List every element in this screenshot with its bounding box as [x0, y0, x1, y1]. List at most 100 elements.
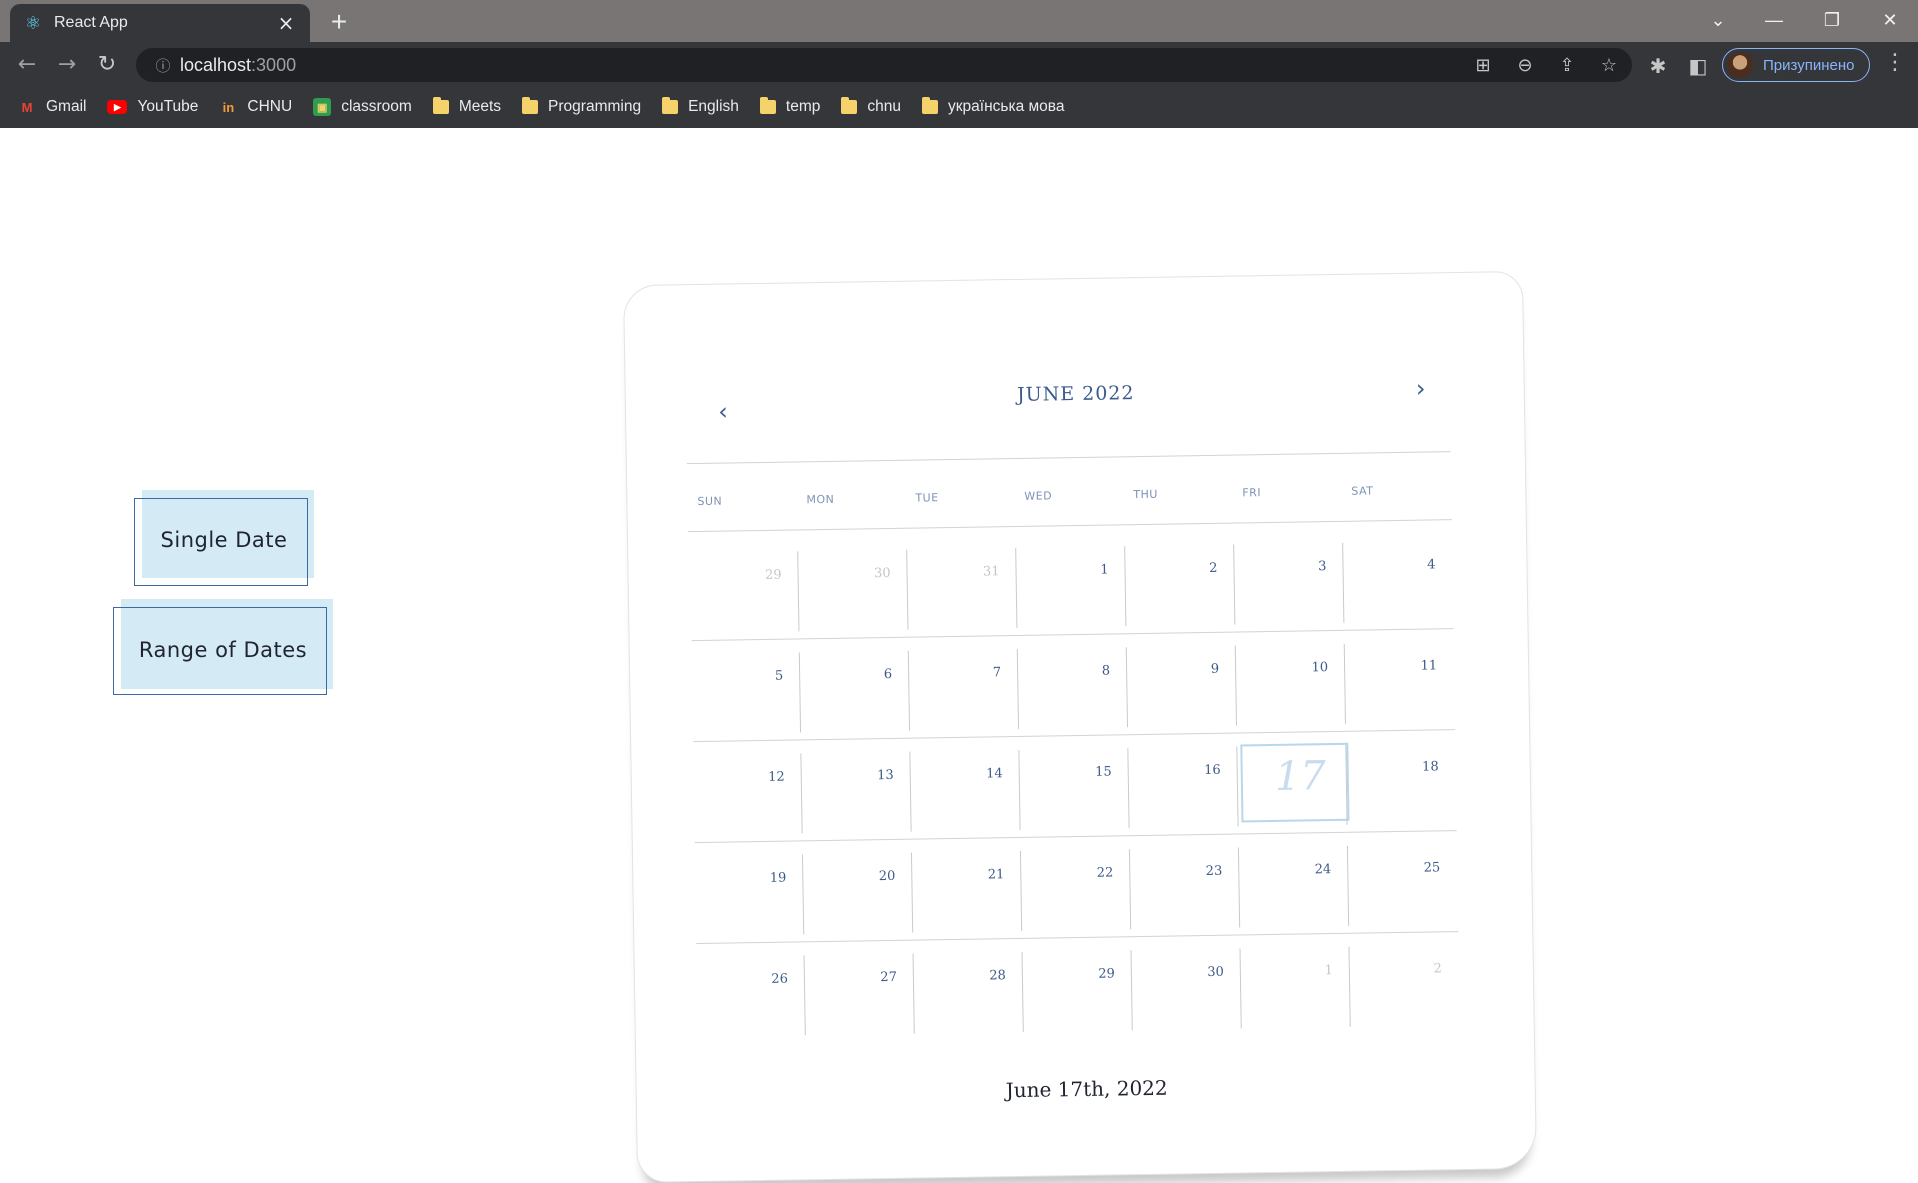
profile-button[interactable]: Призупинено: [1722, 48, 1870, 82]
day-cell[interactable]: 2: [1348, 939, 1458, 1029]
day-cell[interactable]: 23: [1128, 842, 1239, 932]
day-cell[interactable]: 14: [909, 744, 1019, 834]
bookmark-chnu[interactable]: in CHNU: [219, 93, 293, 121]
day-cell[interactable]: 1: [1015, 540, 1125, 630]
range-of-dates-button[interactable]: Range of Dates: [113, 599, 333, 695]
day-cell[interactable]: 4: [1342, 535, 1452, 625]
day-cell[interactable]: 24: [1237, 840, 1348, 930]
tab-search-icon[interactable]: ⌄: [1690, 0, 1746, 40]
day-cell[interactable]: 15: [1018, 742, 1128, 832]
next-month-button[interactable]: ›: [1405, 373, 1435, 403]
star-icon[interactable]: ☆: [1596, 55, 1622, 76]
cell-separator: [1130, 950, 1133, 1031]
prev-month-button[interactable]: ‹: [708, 396, 738, 426]
day-cell[interactable]: 27: [803, 948, 913, 1038]
bookmark-temp[interactable]: temp: [759, 93, 821, 121]
bookmark-label: YouTube: [137, 98, 199, 115]
cell-separator: [912, 953, 915, 1034]
day-cell[interactable]: 7: [907, 643, 1018, 733]
day-cell[interactable]: 20: [801, 847, 912, 937]
day-cell[interactable]: 22: [1019, 843, 1130, 933]
day-cell[interactable]: 3: [1233, 537, 1343, 627]
side-panel-icon[interactable]: ◧: [1684, 52, 1712, 80]
bookmark-meets[interactable]: Meets: [432, 93, 501, 121]
translate-icon[interactable]: ⊞: [1470, 55, 1496, 76]
day-cell[interactable]: 16: [1127, 741, 1237, 831]
tab-react-app[interactable]: ⚛ React App ×: [10, 4, 310, 42]
close-icon[interactable]: ×: [274, 11, 298, 35]
bookmark-українська-мова[interactable]: українська мова: [922, 93, 1065, 121]
cell-separator: [1343, 643, 1346, 724]
day-cell[interactable]: 25: [1346, 838, 1457, 928]
day-cell[interactable]: 6: [798, 645, 909, 735]
day-number: 13: [877, 767, 894, 784]
cell-separator: [1021, 951, 1024, 1032]
reload-button[interactable]: ↻: [92, 50, 122, 80]
extensions-icon[interactable]: ✱: [1644, 52, 1672, 80]
folder-icon: [522, 97, 539, 114]
menu-icon[interactable]: ⋮: [1884, 50, 1906, 75]
day-number: 10: [1311, 660, 1329, 676]
bookmarks-bar: M Gmail ▶ YouTube in CHNU ▣ classroom Meets Progr…: [0, 92, 1918, 122]
react-icon: ⚛: [24, 12, 42, 34]
day-cell[interactable]: 29: [1021, 944, 1131, 1034]
share-icon[interactable]: ⇪: [1554, 55, 1580, 76]
day-number: 3: [1318, 559, 1327, 575]
new-tab-button[interactable]: +: [322, 6, 356, 40]
day-cell[interactable]: 13: [800, 746, 910, 836]
day-number: 6: [883, 666, 893, 683]
day-cell[interactable]: 8: [1016, 641, 1127, 731]
address-bar[interactable]: ⓘ localhost:3000 ⊞ ⊖ ⇪ ☆: [136, 48, 1632, 82]
tab-strip: ⚛ React App × + ⌄ — ❐ ✕: [0, 0, 1918, 42]
day-cell[interactable]: 19: [693, 848, 803, 938]
day-cell[interactable]: 1: [1239, 941, 1349, 1031]
day-number: 1: [1100, 562, 1109, 578]
cell-separator: [1234, 645, 1237, 726]
day-number: 18: [1422, 759, 1439, 775]
day-cell[interactable]: 9: [1125, 640, 1236, 730]
bookmark-programming[interactable]: Programming: [522, 93, 641, 121]
minimize-button[interactable]: —: [1746, 0, 1802, 40]
cell-separator: [906, 549, 909, 630]
close-window-button[interactable]: ✕: [1862, 0, 1918, 40]
bookmark-chnu[interactable]: chnu: [841, 93, 901, 121]
day-cell[interactable]: 10: [1234, 638, 1345, 728]
day-cell[interactable]: 11: [1343, 636, 1454, 726]
day-cell-selected[interactable]: 17: [1236, 739, 1350, 829]
day-cell[interactable]: 21: [910, 845, 1021, 935]
bookmark-classroom[interactable]: ▣ classroom: [313, 93, 412, 121]
day-number: 12: [768, 769, 785, 785]
restore-button[interactable]: ❐: [1804, 0, 1860, 40]
calendar-card: ‹ JUNE 2022 › SUN MON TUE WED THU FRI SAT 29 30…: [623, 270, 1537, 1183]
bookmark-label: temp: [785, 98, 821, 115]
month-title: JUNE 2022: [1016, 382, 1135, 406]
day-cell[interactable]: 30: [797, 544, 907, 634]
day-cell[interactable]: 26: [694, 949, 804, 1039]
single-date-button[interactable]: Single Date: [134, 490, 314, 586]
zoom-icon[interactable]: ⊖: [1512, 55, 1538, 76]
day-cell[interactable]: 18: [1345, 737, 1455, 827]
day-cell[interactable]: 30: [1130, 943, 1240, 1033]
bookmark-english[interactable]: English: [662, 93, 739, 121]
bookmark-label: Programming: [548, 98, 642, 115]
back-button[interactable]: ←: [12, 50, 42, 80]
day-cell[interactable]: 29: [688, 545, 798, 635]
cell-separator: [907, 650, 911, 731]
bookmark-label: Gmail: [46, 98, 87, 115]
cell-separator: [803, 955, 806, 1036]
day-cell[interactable]: 28: [912, 946, 1022, 1036]
browser-chrome: ⚛ React App × + ⌄ — ❐ ✕ ← → ↻ ⓘ localhos…: [0, 0, 1918, 128]
bookmark-youtube[interactable]: ▶ YouTube: [107, 93, 198, 121]
folder-icon: [662, 97, 679, 114]
forward-button[interactable]: →: [52, 50, 82, 80]
cell-separator: [801, 854, 805, 935]
day-cell[interactable]: 31: [906, 542, 1016, 632]
day-cell[interactable]: 2: [1124, 539, 1234, 629]
divider: [687, 519, 1452, 533]
bookmark-gmail[interactable]: M Gmail: [18, 93, 87, 121]
tab-title: React App: [54, 14, 128, 31]
day-cell[interactable]: 12: [691, 747, 801, 837]
day-number: 11: [1420, 658, 1438, 674]
day-cell[interactable]: 5: [690, 646, 800, 736]
site-info-icon[interactable]: ⓘ: [146, 55, 180, 76]
